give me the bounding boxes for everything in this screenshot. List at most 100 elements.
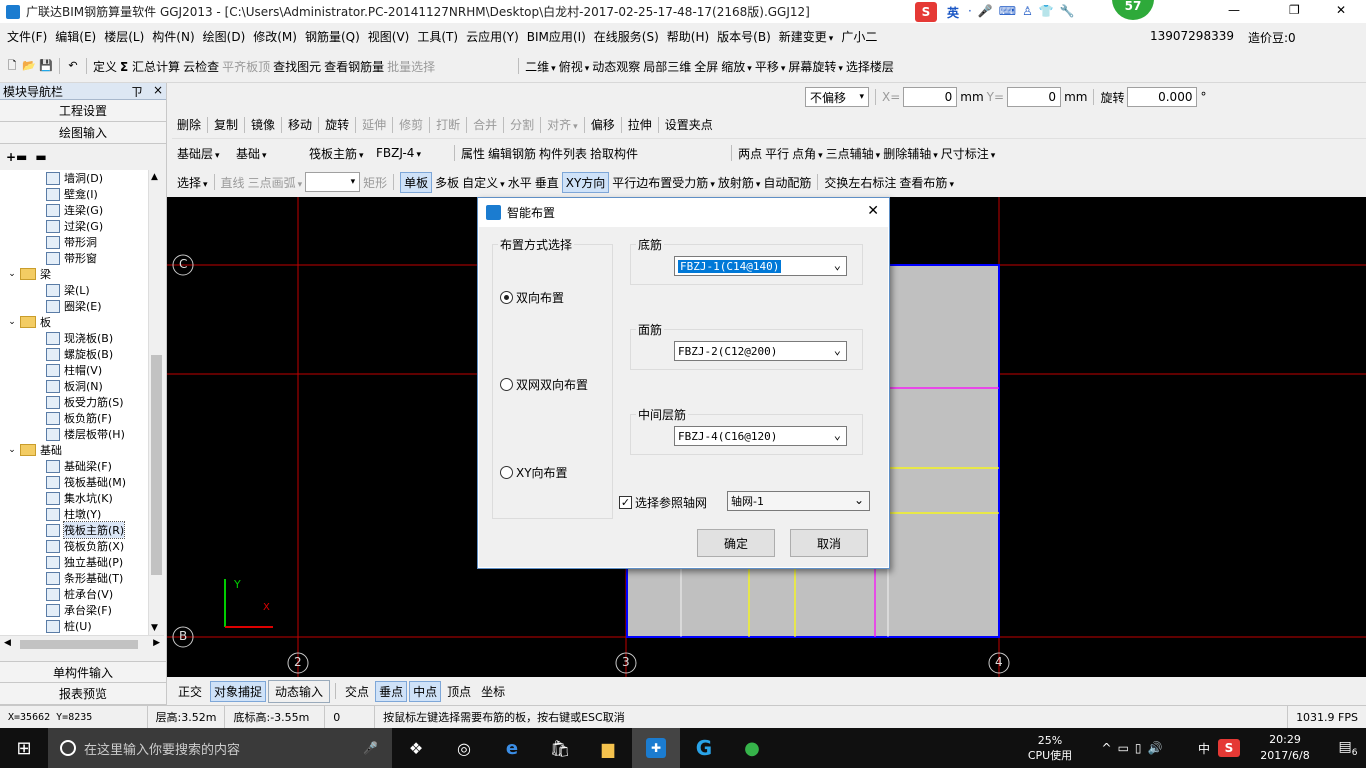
nav-close-icon[interactable]: ×: [153, 83, 163, 100]
tree-item[interactable]: 集水坑(K): [0, 490, 148, 506]
single-component-input-button[interactable]: 单构件输入: [0, 661, 166, 683]
tree-item[interactable]: 楼层板带(H): [0, 426, 148, 442]
layer-select[interactable]: 基础层: [177, 145, 233, 162]
view-2d-dropdown[interactable]: 二维: [525, 58, 556, 75]
menu-view[interactable]: 视图(V): [364, 28, 414, 45]
tree-item[interactable]: 条形基础(T): [0, 570, 148, 586]
offset-button[interactable]: 偏移: [591, 116, 615, 133]
sum-calc-button[interactable]: Σ 汇总计算: [120, 58, 180, 75]
fullscreen-button[interactable]: 全屏: [694, 58, 718, 75]
collapse-all-icon[interactable]: ▬: [35, 150, 46, 164]
tree-item[interactable]: 独立基础(P): [0, 554, 148, 570]
align-dropdown[interactable]: 对齐: [547, 116, 578, 133]
tree-item[interactable]: 桩承台(V): [0, 586, 148, 602]
radial-rebar-dropdown[interactable]: 放射筋: [718, 174, 761, 191]
arc-dropdown[interactable]: 三点画弧: [248, 174, 303, 191]
horizontal-button[interactable]: 水平: [508, 174, 532, 191]
align-slab-top-button[interactable]: 平齐板顶: [222, 58, 270, 75]
tree-item[interactable]: 板洞(N): [0, 378, 148, 394]
menu-edit[interactable]: 编辑(E): [51, 28, 100, 45]
rotate-input[interactable]: 0.000: [1127, 87, 1198, 107]
top-view-dropdown[interactable]: 俯视: [559, 58, 590, 75]
radio-bidirectional[interactable]: 双向布置: [500, 289, 564, 306]
middle-rebar-select[interactable]: FBZJ-4(C16@120): [674, 426, 847, 446]
tree-item[interactable]: 墙洞(D): [0, 170, 148, 186]
report-preview-button[interactable]: 报表预览: [0, 683, 166, 705]
collapse-arrow-icon[interactable]: ⌄: [6, 269, 18, 279]
ok-button[interactable]: 确定: [697, 529, 775, 557]
top-rebar-select[interactable]: FBZJ-2(C12@200): [674, 341, 847, 361]
zoom-dropdown[interactable]: 缩放: [721, 58, 752, 75]
vertical-button[interactable]: 垂直: [535, 174, 559, 191]
menu-file[interactable]: 文件(F): [3, 28, 51, 45]
tree-item[interactable]: 带形洞: [0, 234, 148, 250]
ortho-toggle[interactable]: 正交: [172, 681, 208, 702]
break-button[interactable]: 打断: [436, 116, 460, 133]
dialog-close-button[interactable]: ✕: [867, 203, 879, 219]
menu-assistant[interactable]: 广小二: [837, 28, 881, 45]
tree-item[interactable]: 筏板基础(M): [0, 474, 148, 490]
delete-button[interactable]: 删除: [177, 116, 201, 133]
parallel-edge-rebar-dropdown[interactable]: 平行边布置受力筋: [612, 174, 715, 191]
sogou-ime-icon[interactable]: S: [915, 2, 937, 22]
menu-floor[interactable]: 楼层(L): [100, 28, 148, 45]
axis-grid-select[interactable]: 轴网-1: [727, 491, 870, 511]
batch-select-button[interactable]: 批量选择: [387, 58, 435, 75]
clock[interactable]: 20:29 2017/6/8: [1240, 732, 1330, 764]
rectangle-button[interactable]: 矩形: [363, 174, 387, 191]
point-angle-dropdown[interactable]: 点角: [792, 145, 823, 162]
menu-bim[interactable]: BIM应用(I): [523, 28, 590, 45]
glodon-app-icon[interactable]: G: [680, 736, 728, 760]
select-floor-button[interactable]: 选择楼层: [846, 58, 894, 75]
pick-component-button[interactable]: 拾取构件: [590, 145, 638, 162]
bottom-rebar-select[interactable]: FBZJ-1(C14@140): [674, 256, 847, 276]
browser-360-icon[interactable]: ◎: [440, 739, 488, 758]
cloud-check-button[interactable]: 云检查: [183, 58, 219, 75]
tree-item[interactable]: 连梁(G): [0, 202, 148, 218]
menu-new-change[interactable]: 新建变更: [775, 28, 838, 45]
three-point-axis-dropdown[interactable]: 三点辅轴: [826, 145, 881, 162]
menu-draw[interactable]: 绘图(D): [199, 28, 250, 45]
maximize-button[interactable]: ❐: [1289, 3, 1300, 17]
stretch-button[interactable]: 拉伸: [628, 116, 652, 133]
pan-dropdown[interactable]: 平移: [755, 58, 786, 75]
new-file-icon[interactable]: 🗋: [5, 59, 19, 73]
menu-online[interactable]: 在线服务(S): [590, 28, 663, 45]
rotate-button[interactable]: 旋转: [325, 116, 349, 133]
split-button[interactable]: 分割: [510, 116, 534, 133]
radio-double-net[interactable]: 双网双向布置: [500, 376, 588, 393]
view-rebar-layout-dropdown[interactable]: 查看布筋: [899, 174, 954, 191]
local-3d-button[interactable]: 局部三维: [643, 58, 691, 75]
move-button[interactable]: 移动: [288, 116, 312, 133]
radio-xy[interactable]: XY向布置: [500, 464, 568, 481]
tree-item[interactable]: 板受力筋(S): [0, 394, 148, 410]
parallel-button[interactable]: 平行: [765, 145, 789, 162]
extend-button[interactable]: 延伸: [362, 116, 386, 133]
component-type-select[interactable]: 筏板主筋: [309, 145, 373, 162]
line-button[interactable]: 直线: [221, 174, 245, 191]
intersection-snap[interactable]: 交点: [341, 681, 373, 702]
delete-aux-axis-dropdown[interactable]: 删除辅轴: [883, 145, 938, 162]
x-offset-input[interactable]: 0: [903, 87, 958, 107]
copy-button[interactable]: 复制: [214, 116, 238, 133]
ime-tools-icon[interactable]: ·🎤⌨♙👕🔧: [968, 4, 1081, 18]
menu-cloud[interactable]: 云应用(Y): [462, 28, 523, 45]
project-settings-button[interactable]: 工程设置: [0, 100, 166, 122]
close-button[interactable]: ✕: [1336, 3, 1346, 17]
screen-rotate-dropdown[interactable]: 屏幕旋转: [788, 58, 843, 75]
dimension-dropdown[interactable]: 尺寸标注: [941, 145, 996, 162]
multi-slab-button[interactable]: 多板: [435, 174, 459, 191]
view-rebar-qty-button[interactable]: 查看钢筋量: [324, 58, 384, 75]
user-phone[interactable]: 13907298339: [1150, 29, 1234, 43]
tree-category[interactable]: ⌄ 基础: [0, 442, 148, 458]
taskbar-search-box[interactable]: 在这里输入你要搜索的内容 🎤: [48, 728, 392, 768]
tree-item[interactable]: 板负筋(F): [0, 410, 148, 426]
tree-item[interactable]: 螺旋板(B): [0, 346, 148, 362]
ime-language[interactable]: 英: [947, 4, 959, 21]
set-grip-button[interactable]: 设置夹点: [665, 116, 713, 133]
microphone-icon[interactable]: 🎤: [363, 741, 378, 755]
mirror-button[interactable]: 镜像: [251, 116, 275, 133]
collapse-arrow-icon[interactable]: ⌄: [6, 317, 18, 327]
menu-rebar-qty[interactable]: 钢筋量(Q): [301, 28, 364, 45]
coordinate-snap[interactable]: 坐标: [477, 681, 509, 702]
